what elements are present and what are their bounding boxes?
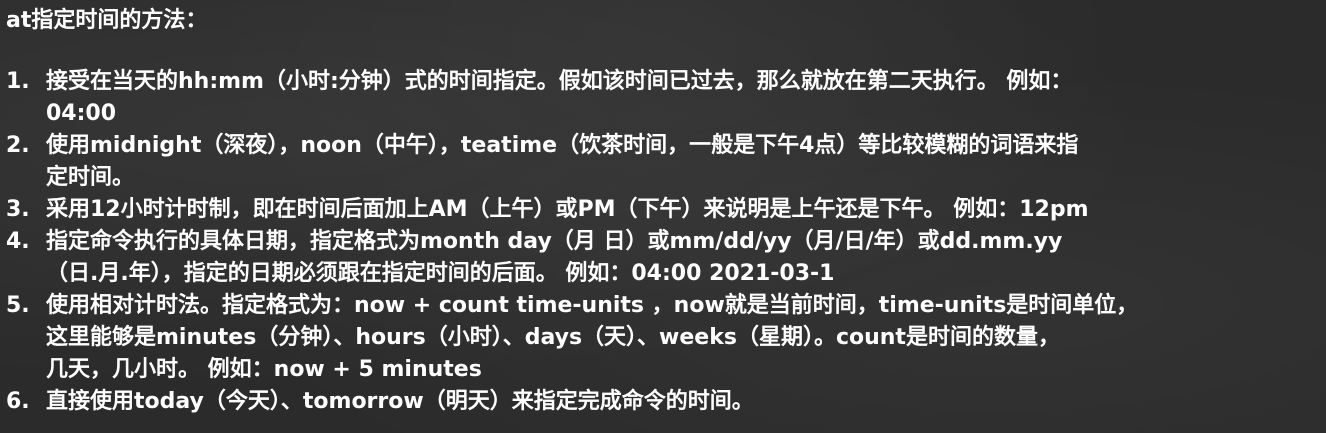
list-item-text: 使用相对计时法。指定格式为：now + count time-units ，no… <box>46 293 1139 318</box>
list-item-number: 3. <box>6 197 30 222</box>
list-item: 1. 接受在当天的hh:mm（小时:分钟）式的时间指定。假如该时间已过去，那么就… <box>6 66 1314 130</box>
list-item-text: 这里能够是minutes（分钟）、hours（小时）、days（天）、weeks… <box>46 325 1060 350</box>
list-item-text: 定时间。 <box>46 165 135 190</box>
list-item-number: 5. <box>6 293 30 318</box>
slide-board: at指定时间的方法： 1. 接受在当天的hh:mm（小时:分钟）式的时间指定。假… <box>0 0 1326 433</box>
list-item-text: 采用12小时计时制，即在时间后面加上AM（上午）或PM（下午）来说明是上午还是下… <box>46 197 1089 222</box>
slide-heading: at指定时间的方法： <box>6 8 208 33</box>
list-item-text: 接受在当天的hh:mm（小时:分钟）式的时间指定。假如该时间已过去，那么就放在第… <box>46 69 1073 94</box>
list-item-text: 几天，几小时。 例如：now + 5 minutes <box>46 357 482 382</box>
list-item-number: 2. <box>6 133 30 158</box>
list-item-number: 6. <box>6 389 30 414</box>
list-item: 4. 指定命令执行的具体日期，指定格式为month day（月 日）或mm/dd… <box>6 226 1314 290</box>
list-item-text: 使用midnight（深夜），noon（中午），teatime（饮茶时间，一般是… <box>46 133 1079 158</box>
list-item-text: 直接使用today（今天）、tomorrow（明天）来指定完成命令的时间。 <box>46 389 754 414</box>
list-item-text: 04:00 <box>46 101 117 126</box>
list-item-number: 1. <box>6 69 30 94</box>
list-item-text: （日.月.年），指定的日期必须跟在指定时间的后面。 例如：04:00 2021-… <box>46 261 835 286</box>
list-item: 5. 使用相对计时法。指定格式为：now + count time-units … <box>6 290 1314 386</box>
list-item-number: 4. <box>6 229 30 254</box>
method-list: 1. 接受在当天的hh:mm（小时:分钟）式的时间指定。假如该时间已过去，那么就… <box>6 66 1326 418</box>
list-item-text: 指定命令执行的具体日期，指定格式为month day（月 日）或mm/dd/yy… <box>46 229 1063 254</box>
list-item: 2. 使用midnight（深夜），noon（中午），teatime（饮茶时间，… <box>6 130 1314 194</box>
list-item: 3. 采用12小时计时制，即在时间后面加上AM（上午）或PM（下午）来说明是上午… <box>6 194 1314 226</box>
list-item: 6. 直接使用today（今天）、tomorrow（明天）来指定完成命令的时间。 <box>6 386 1314 418</box>
